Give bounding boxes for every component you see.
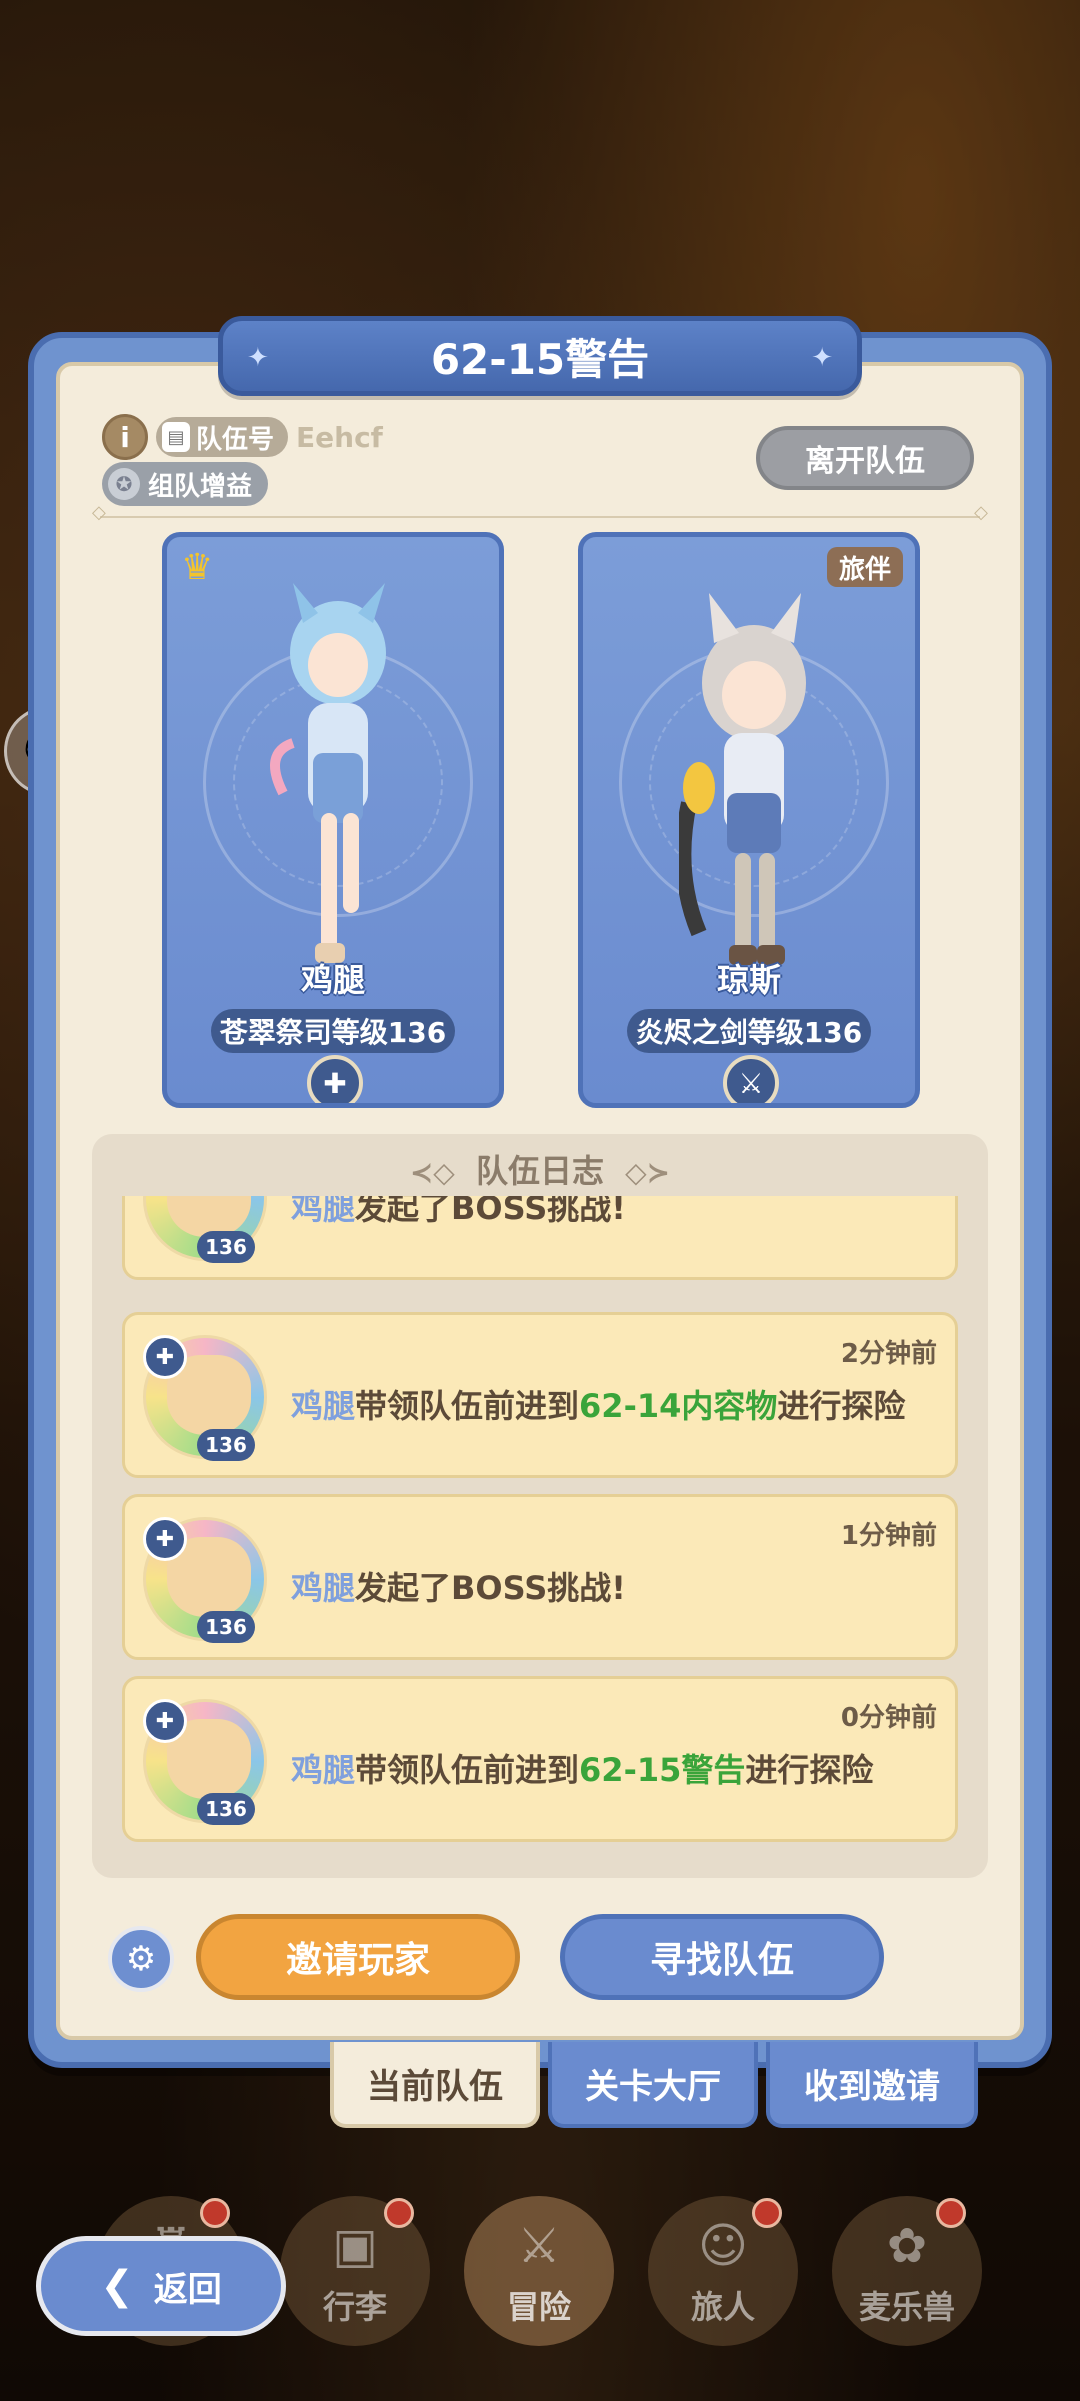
leave-team-button[interactable]: 离开队伍 <box>756 426 974 490</box>
log-entry: ✚ 136 2分钟前 鸡腿带领队伍前进到62-14内容物进行探险 <box>122 1312 958 1478</box>
nav-label: 麦乐兽 <box>858 2288 955 2326</box>
cross-shield-icon: ✚ <box>307 1055 363 1103</box>
log-entry: ✚ 136 0分钟前 鸡腿带领队伍前进到62-15警告进行探险 <box>122 1676 958 1842</box>
crown-icon: ♛ <box>181 547 214 588</box>
log-time: 0分钟前 <box>840 1703 937 1733</box>
page-title: 62-15警告 <box>430 334 650 384</box>
player-avatar: ✚ 136 <box>137 1329 277 1469</box>
member-card[interactable]: 旅伴 琼斯 炎烬之剑等级136 ⚔ <box>578 532 920 1108</box>
log-stage-name: 62-14内容物 <box>579 1387 778 1425</box>
team-info-row: i ▤ 队伍号 Eehcf <box>102 414 383 460</box>
star-icon: ✦ <box>811 343 833 373</box>
log-action-suffix: 进行探险 <box>777 1387 906 1425</box>
star-icon: ✦ <box>247 343 269 373</box>
log-player-name[interactable]: 鸡腿 <box>291 1387 355 1425</box>
log-text: 鸡腿带领队伍前进到62-15警告进行探险 <box>291 1745 873 1791</box>
player-level: 136 <box>197 1793 255 1825</box>
log-text: 鸡腿发起了BOSS挑战! <box>291 1196 626 1229</box>
player-avatar: ✚ 136 <box>137 1511 277 1651</box>
nav-item-traveler[interactable]: ☺ 旅人 <box>648 2196 798 2346</box>
log-stage-name: 62-15警告 <box>579 1751 746 1789</box>
member-name: 鸡腿 <box>300 961 365 999</box>
team-buff-label: 组队增益 <box>148 471 253 502</box>
back-label: 返回 <box>153 2269 222 2310</box>
member-card[interactable]: ♛ 鸡腿 苍翠祭司等级136 ✚ <box>162 532 504 1108</box>
find-team-button[interactable]: 寻找队伍 <box>560 1914 884 2000</box>
log-text: 鸡腿发起了BOSS挑战! <box>291 1563 626 1609</box>
player-level: 136 <box>197 1611 255 1643</box>
log-player-name[interactable]: 鸡腿 <box>291 1569 355 1607</box>
ornament-icon: ≺◇ <box>409 1156 455 1189</box>
chevron-left-icon: ❮ <box>100 2263 134 2309</box>
log-entry: ✚ 136 1分钟前 鸡腿发起了BOSS挑战! <box>122 1494 958 1660</box>
settings-gear-icon[interactable]: ⚙ <box>108 1926 174 1992</box>
divider <box>92 502 988 523</box>
nav-label: 旅人 <box>690 2288 755 2326</box>
log-time: 1分钟前 <box>840 1521 937 1551</box>
back-button[interactable]: ❮ 返回 <box>36 2236 286 2336</box>
pet-icon: ✿ <box>886 2218 928 2274</box>
team-buff-button[interactable]: ✪ 组队增益 <box>102 462 269 506</box>
nav-label: 冒险 <box>506 2288 571 2326</box>
log-player-name[interactable]: 鸡腿 <box>291 1751 355 1789</box>
nav-item-pet[interactable]: ✿ 麦乐兽 <box>832 2196 982 2346</box>
team-id-pill[interactable]: ▤ 队伍号 <box>156 417 289 457</box>
member-level: 苍翠祭司等级136 <box>211 1009 455 1053</box>
team-code: Eehcf <box>296 420 383 454</box>
log-time: 2分钟前 <box>840 1339 937 1369</box>
bag-icon: ▣ <box>332 2218 378 2274</box>
member-level: 炎烬之剑等级136 <box>627 1009 871 1053</box>
nav-label: 行李 <box>322 2288 387 2326</box>
cross-shield-icon: ✚ <box>143 1517 187 1561</box>
log-action: 发起了BOSS挑战! <box>355 1569 626 1607</box>
document-icon: ▤ <box>162 422 190 452</box>
log-action: 带领队伍前进到 <box>355 1751 580 1789</box>
log-player-name[interactable]: 鸡腿 <box>291 1196 355 1227</box>
log-action-suffix: 进行探险 <box>745 1751 874 1789</box>
team-log-title: ≺◇ 队伍日志 ◇≻ <box>0 1146 1080 1192</box>
tab-stage-lobby[interactable]: 关卡大厅 <box>548 2042 758 2128</box>
companion-tag: 旅伴 <box>826 547 903 587</box>
traveler-icon: ☺ <box>697 2218 749 2274</box>
team-log-title-text: 队伍日志 <box>475 1152 604 1190</box>
tab-received-invites[interactable]: 收到邀请 <box>766 2042 978 2128</box>
player-level: 136 <box>197 1231 255 1263</box>
team-log-list[interactable]: ✚ 136 鸡腿发起了BOSS挑战! ✚ 136 2分钟前 鸡腿带领队伍前进到6… <box>122 1196 958 1846</box>
player-avatar: ✚ 136 <box>137 1693 277 1833</box>
nav-item-adventure[interactable]: ⚔ 冒险 <box>464 2196 614 2346</box>
log-action: 带领队伍前进到 <box>355 1387 580 1425</box>
star-hex-icon: ✪ <box>108 468 140 500</box>
title-banner: ✦ 62-15警告 ✦ <box>218 316 862 396</box>
log-action: 发起了BOSS挑战! <box>355 1196 626 1227</box>
player-level: 136 <box>197 1429 255 1461</box>
info-icon[interactable]: i <box>102 414 148 460</box>
tab-current-team[interactable]: 当前队伍 <box>330 2042 540 2128</box>
log-entry: ✚ 136 鸡腿发起了BOSS挑战! <box>122 1196 958 1280</box>
player-avatar: ✚ 136 <box>137 1196 277 1271</box>
cross-shield-icon: ✚ <box>143 1699 187 1743</box>
invite-players-button[interactable]: 邀请玩家 <box>196 1914 520 2000</box>
log-text: 鸡腿带领队伍前进到62-14内容物进行探险 <box>291 1381 905 1427</box>
team-id-label: 队伍号 <box>196 424 275 455</box>
crossed-swords-icon: ⚔ <box>517 2218 561 2274</box>
character-portrait <box>270 583 386 963</box>
character-portrait <box>679 593 806 965</box>
sword-icon: ⚔ <box>723 1055 779 1103</box>
member-name: 琼斯 <box>716 961 781 999</box>
nav-item-bag[interactable]: ▣ 行李 <box>280 2196 430 2346</box>
ornament-icon: ◇≻ <box>625 1156 671 1189</box>
cross-shield-icon: ✚ <box>143 1335 187 1379</box>
